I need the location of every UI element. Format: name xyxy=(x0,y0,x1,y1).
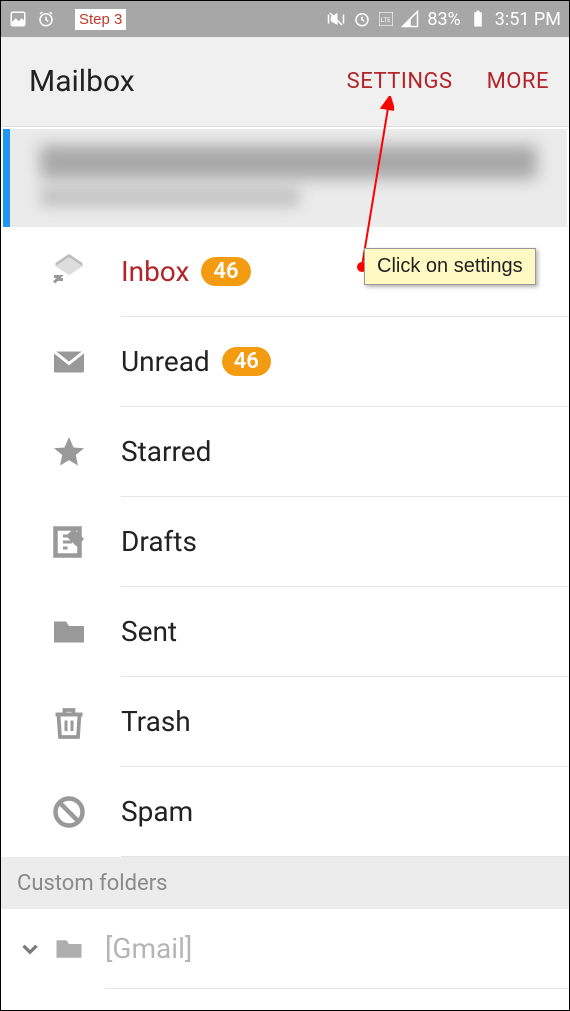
folder-trash[interactable]: Trash xyxy=(1,677,569,767)
icon-wrap xyxy=(51,614,121,650)
folder-label-row: Trash xyxy=(121,677,569,767)
folder-label: Inbox xyxy=(121,255,189,288)
header-actions: SETTINGS MORE xyxy=(347,69,549,94)
folder-starred[interactable]: Starred xyxy=(1,407,569,497)
page-title: Mailbox xyxy=(29,64,135,99)
folder-icon xyxy=(51,934,87,964)
badge: 46 xyxy=(201,257,250,286)
app-header: Mailbox SETTINGS MORE xyxy=(1,37,569,127)
lte-icon: LTE xyxy=(379,12,393,26)
signal-icon xyxy=(401,10,419,28)
chevron-down-icon[interactable] xyxy=(17,936,43,962)
folder-label: Spam xyxy=(121,795,193,828)
account-detail-blurred xyxy=(40,187,300,207)
folder-label: Drafts xyxy=(121,525,197,558)
subfolder-label: [Gmail] xyxy=(105,932,192,965)
settings-button[interactable]: SETTINGS xyxy=(347,69,453,94)
folder-drafts[interactable]: Drafts xyxy=(1,497,569,587)
status-bar: Step 3 LTE 83% 3:51 PM xyxy=(1,1,569,37)
annotation-tooltip: Click on settings xyxy=(364,248,536,285)
folder-spam[interactable]: Spam xyxy=(1,767,569,857)
inbox-icon xyxy=(51,254,87,290)
alarm-icon xyxy=(37,10,55,28)
subfolder-label-row: [Gmail] xyxy=(105,909,569,989)
status-right: LTE 83% 3:51 PM xyxy=(327,9,561,30)
icon-wrap xyxy=(51,344,121,380)
compose-icon xyxy=(51,524,87,560)
battery-icon xyxy=(469,10,487,28)
badge: 46 xyxy=(222,347,271,376)
block-icon xyxy=(51,794,87,830)
folder-label: Trash xyxy=(121,705,191,738)
folder-label-row: Sent xyxy=(121,587,569,677)
icon-wrap xyxy=(51,254,121,290)
folder-label: Sent xyxy=(121,615,177,648)
icon-wrap xyxy=(51,434,121,470)
folder-label-row: Starred xyxy=(121,407,569,497)
folder-label-row: Drafts xyxy=(121,497,569,587)
folder-sent[interactable]: Sent xyxy=(1,587,569,677)
sent-folder-icon xyxy=(51,614,87,650)
folder-list: Inbox 46 Unread 46 Starred Drafts xyxy=(1,227,569,857)
custom-folders-header: Custom folders xyxy=(1,857,569,909)
icon-wrap xyxy=(51,704,121,740)
folder-label: Unread xyxy=(121,345,210,378)
folder-unread[interactable]: Unread 46 xyxy=(1,317,569,407)
status-time: 3:51 PM xyxy=(495,9,561,30)
envelope-icon xyxy=(51,344,87,380)
step-tag: Step 3 xyxy=(75,9,126,30)
section-title: Custom folders xyxy=(17,871,168,896)
tooltip-text: Click on settings xyxy=(377,255,523,277)
battery-percent: 83% xyxy=(427,9,460,30)
trash-icon xyxy=(51,704,87,740)
account-selector[interactable] xyxy=(3,129,567,227)
folder-label-row: Spam xyxy=(121,767,569,857)
status-left: Step 3 xyxy=(9,9,126,30)
star-icon xyxy=(51,434,87,470)
subfolder-gmail[interactable]: [Gmail] xyxy=(1,909,569,989)
icon-wrap xyxy=(51,524,121,560)
folder-label: Starred xyxy=(121,435,211,468)
more-button[interactable]: MORE xyxy=(487,69,549,94)
svg-text:LTE: LTE xyxy=(381,16,391,24)
icon-wrap xyxy=(51,794,121,830)
picture-icon xyxy=(9,10,27,28)
alarm2-icon xyxy=(353,10,371,28)
account-email-blurred xyxy=(40,145,537,179)
folder-label-row: Unread 46 xyxy=(121,317,569,407)
vibrate-icon xyxy=(327,10,345,28)
